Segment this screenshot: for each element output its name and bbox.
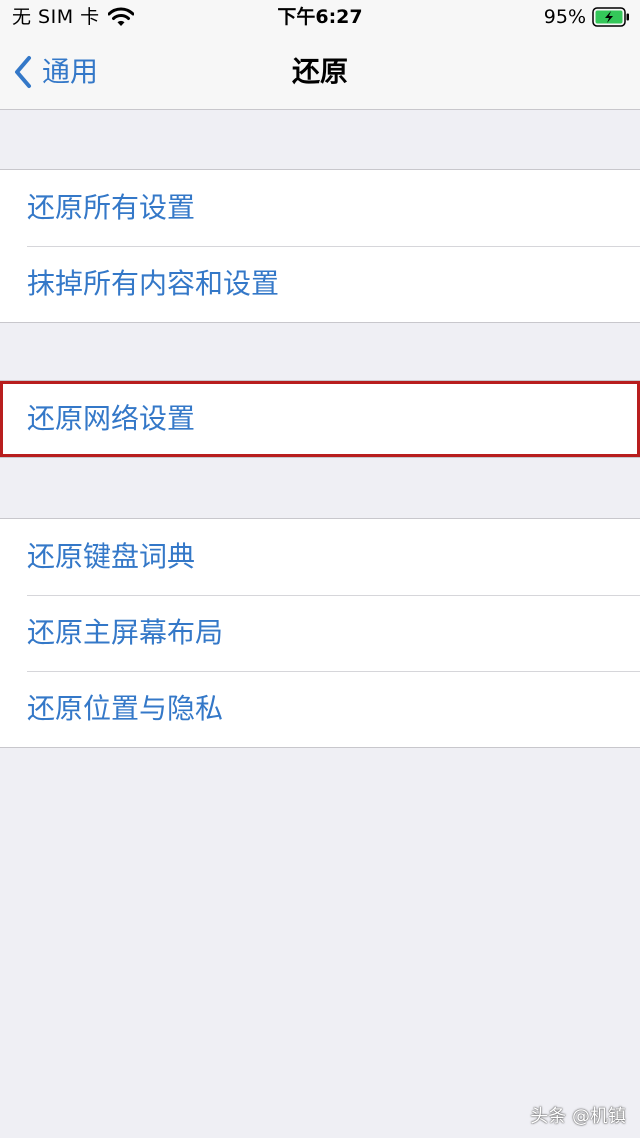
reset-group-2: 还原网络设置 — [0, 380, 640, 458]
reset-group-3: 还原键盘词典 还原主屏幕布局 还原位置与隐私 — [0, 518, 640, 748]
reset-home-screen-layout-item[interactable]: 还原主屏幕布局 — [0, 595, 640, 671]
reset-all-settings-item[interactable]: 还原所有设置 — [0, 170, 640, 246]
reset-location-privacy-item[interactable]: 还原位置与隐私 — [0, 671, 640, 747]
reset-group-1: 还原所有设置 抹掉所有内容和设置 — [0, 169, 640, 323]
status-bar: 无 SIM 卡 下午6:27 95% — [0, 0, 640, 36]
erase-all-content-item[interactable]: 抹掉所有内容和设置 — [0, 246, 640, 322]
status-right: 95% — [544, 5, 630, 29]
navigation-bar: 通用 还原 — [0, 36, 640, 110]
battery-charging-icon — [592, 7, 630, 27]
reset-network-settings-item[interactable]: 还原网络设置 — [0, 381, 640, 457]
page-title: 还原 — [291, 55, 348, 88]
battery-percent: 95% — [543, 6, 586, 28]
reset-keyboard-dictionary-item[interactable]: 还原键盘词典 — [0, 519, 640, 595]
watermark: 头条 @机镇 — [530, 1106, 626, 1127]
